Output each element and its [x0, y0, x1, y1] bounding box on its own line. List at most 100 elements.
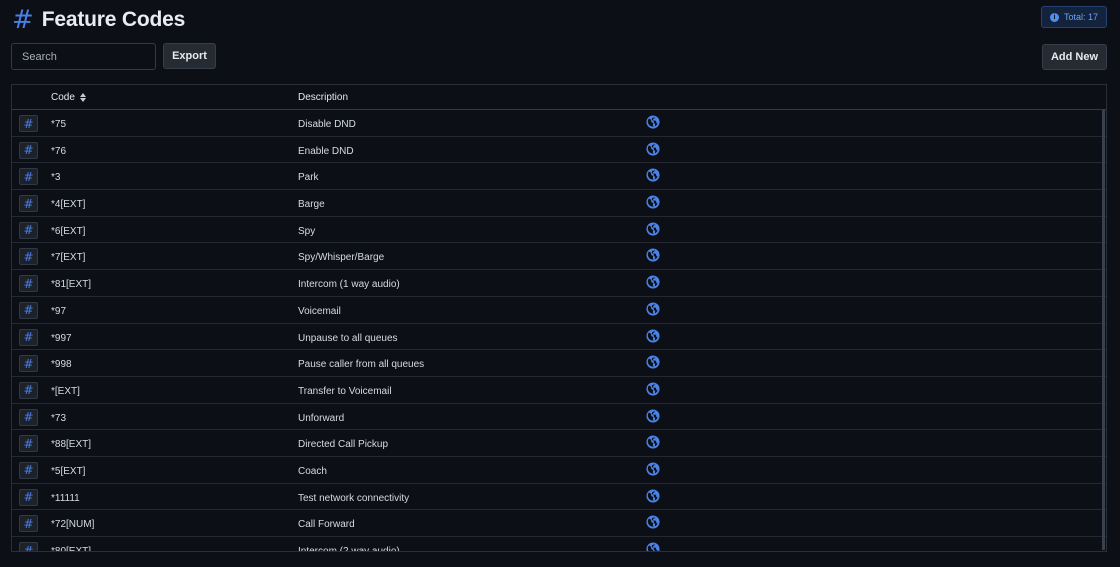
hash-icon[interactable]: # — [19, 542, 38, 551]
hash-icon[interactable]: # — [19, 168, 38, 186]
table-row[interactable]: # *80[EXT] Intercom (2 way audio) — [12, 537, 1106, 552]
row-code: *5[EXT] — [51, 465, 86, 477]
table-row[interactable]: # *7[EXT] Spy/Whisper/Barge — [12, 243, 1106, 271]
table-row[interactable]: # *5[EXT] Coach — [12, 457, 1106, 484]
column-code-label: Code — [51, 92, 75, 103]
column-header-code[interactable]: Code — [51, 92, 86, 103]
table-row[interactable]: # *88[EXT] Directed Call Pickup — [12, 430, 1106, 457]
row-description: Unforward — [298, 412, 345, 424]
row-description: Transfer to Voicemail — [298, 385, 392, 397]
row-code: *81[EXT] — [51, 279, 92, 291]
row-description: Pause caller from all queues — [298, 359, 425, 371]
globe-icon[interactable] — [646, 355, 660, 369]
row-description: Barge — [298, 199, 325, 211]
row-code: *7[EXT] — [51, 252, 86, 264]
hash-icon[interactable]: # — [19, 461, 38, 479]
row-description: Spy/Whisper/Barge — [298, 252, 385, 264]
row-code: *11111 — [51, 492, 80, 504]
table-row[interactable]: # *97 Voicemail — [12, 297, 1106, 324]
hash-icon[interactable]: # — [19, 115, 38, 132]
feature-codes-table: Code Description # *75 Disable DND # *76 Enab… — [11, 84, 1107, 552]
globe-icon[interactable] — [646, 195, 660, 209]
row-description: Disable DND — [298, 119, 356, 130]
scrollbar[interactable] — [1102, 110, 1105, 550]
hash-icon[interactable]: # — [19, 488, 38, 506]
info-icon: i — [1049, 12, 1059, 22]
sort-icon[interactable] — [79, 93, 86, 102]
table-row[interactable]: # *75 Disable DND — [12, 110, 1106, 137]
globe-icon[interactable] — [646, 222, 660, 236]
row-description: Unpause to all queues — [298, 332, 398, 344]
row-description: Test network connectivity — [298, 492, 410, 504]
globe-icon[interactable] — [646, 515, 660, 529]
row-description: Voicemail — [298, 305, 341, 317]
globe-icon[interactable] — [646, 302, 660, 316]
table-row[interactable]: # *73 Unforward — [12, 404, 1106, 431]
row-code: *72[NUM] — [51, 519, 95, 531]
hash-icon[interactable]: # — [19, 515, 38, 533]
column-header-description: Description — [298, 92, 349, 103]
hash-icon[interactable]: # — [19, 195, 38, 213]
row-code: *3 — [51, 172, 61, 184]
row-code: *73 — [51, 412, 67, 424]
hash-icon[interactable]: # — [19, 435, 38, 453]
table-row[interactable]: # *81[EXT] Intercom (1 way audio) — [12, 270, 1106, 297]
total-badge: i Total: 17 — [1040, 6, 1107, 28]
table-row[interactable]: # *11111 Test network connectivity — [12, 484, 1106, 511]
hash-icon: # — [12, 5, 34, 35]
row-description: Enable DND — [298, 145, 354, 157]
table-row[interactable]: # *998 Pause caller from all queues — [12, 350, 1106, 377]
hash-icon[interactable]: # — [19, 248, 38, 266]
row-code: *997 — [51, 332, 72, 344]
globe-icon[interactable] — [646, 248, 660, 262]
table-header: Code Description — [12, 85, 1106, 110]
page-title: Feature Codes — [41, 8, 186, 31]
row-code: *88[EXT] — [51, 439, 92, 451]
row-description: Spy — [298, 225, 316, 237]
hash-icon[interactable]: # — [19, 381, 38, 399]
table-row[interactable]: # *4[EXT] Barge — [12, 190, 1106, 217]
row-code: *76 — [51, 145, 67, 157]
globe-icon[interactable] — [646, 275, 660, 289]
table-row[interactable]: # *[EXT] Transfer to Voicemail — [12, 377, 1106, 404]
hash-icon[interactable]: # — [19, 275, 38, 293]
row-code: *80[EXT] — [51, 546, 92, 552]
export-button[interactable]: Export — [163, 43, 216, 69]
globe-icon[interactable] — [646, 328, 660, 343]
table-row[interactable]: # *997 Unpause to all queues — [12, 324, 1106, 351]
row-description: Coach — [298, 465, 327, 477]
add-new-button[interactable]: Add New — [1042, 44, 1107, 70]
row-description: Intercom (1 way audio) — [298, 279, 400, 291]
row-code: *97 — [51, 305, 67, 317]
globe-icon[interactable] — [646, 489, 660, 503]
table-body: # *75 Disable DND # *76 Enable DND # *3 Park # *4[… — [12, 110, 1106, 552]
row-code: *998 — [51, 359, 72, 371]
search-input[interactable] — [11, 43, 156, 70]
globe-icon[interactable] — [646, 168, 660, 182]
row-description: Directed Call Pickup — [298, 439, 389, 451]
table-row[interactable]: # *6[EXT] Spy — [12, 217, 1106, 244]
hash-icon[interactable]: # — [19, 355, 38, 373]
row-code: *[EXT] — [51, 385, 80, 397]
table-row[interactable]: # *76 Enable DND — [12, 137, 1106, 164]
row-description: Intercom (2 way audio) — [298, 546, 400, 552]
globe-icon[interactable] — [646, 409, 660, 423]
globe-icon[interactable] — [646, 435, 660, 449]
row-code: *75 — [51, 119, 67, 130]
total-label: Total: 17 — [1063, 12, 1098, 22]
globe-icon[interactable] — [646, 142, 660, 156]
row-code: *6[EXT] — [51, 225, 86, 237]
globe-icon[interactable] — [646, 462, 660, 476]
globe-icon[interactable] — [646, 115, 660, 129]
hash-icon[interactable]: # — [19, 301, 38, 319]
table-row[interactable]: # *72[NUM] Call Forward — [12, 510, 1106, 537]
hash-icon[interactable]: # — [19, 141, 38, 159]
row-description: Call Forward — [298, 519, 355, 531]
hash-icon[interactable]: # — [19, 408, 38, 426]
hash-icon[interactable]: # — [19, 221, 38, 239]
row-description: Park — [298, 172, 319, 184]
globe-icon[interactable] — [646, 542, 660, 551]
globe-icon[interactable] — [646, 382, 660, 396]
hash-icon[interactable]: # — [19, 328, 38, 346]
table-row[interactable]: # *3 Park — [12, 163, 1106, 191]
